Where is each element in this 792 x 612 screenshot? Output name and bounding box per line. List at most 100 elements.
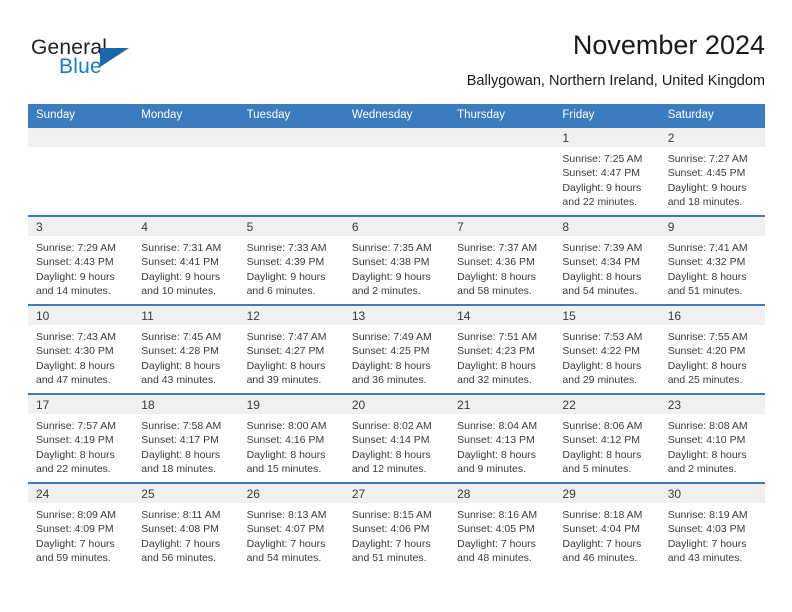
calendar-day-cell[interactable]: 29 Sunrise: 8:18 AM Sunset: 4:04 PM Dayligh… — [554, 482, 660, 572]
daylight-duration-line1: Daylight: 7 hours — [667, 537, 747, 550]
daylight-duration-line1: Daylight: 9 hours — [141, 270, 221, 283]
calendar-day-cell[interactable]: 26 Sunrise: 8:13 AM Sunset: 4:07 PM Dayligh… — [238, 482, 344, 572]
sunset-time: Sunset: 4:13 PM — [457, 434, 535, 447]
general-blue-logo[interactable]: General Blue — [28, 36, 208, 92]
sunset-time: Sunset: 4:22 PM — [562, 345, 641, 358]
day-number — [238, 128, 344, 147]
calendar-day-cell[interactable]: 2 Sunrise: 7:27 AM Sunset: 4:45 PM Daylight… — [659, 126, 765, 216]
daylight-duration-line2: and 43 minutes. — [141, 374, 216, 387]
day-details: Sunrise: 7:25 AM Sunset: 4:47 PM Daylight:… — [554, 147, 659, 210]
calendar-day-cell[interactable]: 8 Sunrise: 7:39 AM Sunset: 4:34 PM Daylight… — [554, 215, 660, 305]
calendar-day-cell-empty — [343, 126, 450, 216]
daylight-duration-line1: Daylight: 8 hours — [562, 270, 642, 283]
daylight-duration-line2: and 14 minutes. — [36, 285, 111, 298]
day-number: 28 — [449, 484, 555, 503]
page-subtitle: Ballygowan, Northern Ireland, United Kin… — [466, 73, 765, 89]
sunrise-time: Sunrise: 7:33 AM — [246, 242, 327, 254]
daylight-duration-line2: and 32 minutes. — [457, 374, 532, 387]
sunset-time: Sunset: 4:39 PM — [246, 256, 325, 269]
calendar-day-cell[interactable]: 17 Sunrise: 7:57 AM Sunset: 4:19 PM Dayligh… — [28, 393, 134, 483]
day-number: 14 — [449, 306, 555, 325]
logo-text-blue: Blue — [59, 55, 102, 78]
calendar-day-cell[interactable]: 23 Sunrise: 8:08 AM Sunset: 4:10 PM Dayligh… — [659, 393, 765, 483]
sunrise-time: Sunrise: 7:58 AM — [141, 420, 222, 432]
sunrise-time: Sunrise: 8:00 AM — [246, 420, 327, 432]
day-number: 23 — [659, 395, 765, 414]
calendar-day-cell[interactable]: 27 Sunrise: 8:15 AM Sunset: 4:06 PM Dayligh… — [343, 482, 450, 572]
daylight-duration-line1: Daylight: 9 hours — [562, 181, 642, 194]
daylight-duration-line2: and 5 minutes. — [562, 463, 632, 476]
daylight-duration-line1: Daylight: 7 hours — [246, 537, 326, 550]
day-number: 24 — [28, 484, 134, 503]
daylight-duration-line2: and 15 minutes. — [246, 463, 322, 476]
calendar-day-cell[interactable]: 7 Sunrise: 7:37 AM Sunset: 4:36 PM Daylight… — [449, 215, 555, 305]
day-number — [133, 128, 239, 147]
sunrise-time: Sunrise: 8:08 AM — [667, 420, 748, 432]
daylight-duration-line2: and 58 minutes. — [457, 285, 532, 298]
sunset-time: Sunset: 4:12 PM — [562, 434, 641, 447]
calendar-day-cell[interactable]: 3 Sunrise: 7:29 AM Sunset: 4:43 PM Daylight… — [28, 215, 134, 305]
daylight-duration-line2: and 29 minutes. — [562, 374, 638, 387]
daylight-duration-line1: Daylight: 8 hours — [667, 448, 747, 461]
calendar-day-cell[interactable]: 9 Sunrise: 7:41 AM Sunset: 4:32 PM Daylight… — [659, 215, 765, 305]
calendar-day-cell[interactable]: 28 Sunrise: 8:16 AM Sunset: 4:05 PM Dayligh… — [449, 482, 555, 572]
daylight-duration-line1: Daylight: 9 hours — [667, 181, 747, 194]
calendar-day-cell[interactable]: 14 Sunrise: 7:51 AM Sunset: 4:23 PM Dayligh… — [449, 304, 555, 394]
calendar-day-cell[interactable]: 30 Sunrise: 8:19 AM Sunset: 4:03 PM Dayligh… — [659, 482, 765, 572]
calendar-day-cell[interactable]: 22 Sunrise: 8:06 AM Sunset: 4:12 PM Dayligh… — [554, 393, 660, 483]
sunset-time: Sunset: 4:32 PM — [667, 256, 746, 269]
sunset-time: Sunset: 4:47 PM — [562, 167, 641, 180]
weekday-header-monday: Monday — [133, 104, 239, 127]
day-number: 19 — [238, 395, 344, 414]
day-details: Sunrise: 7:58 AM Sunset: 4:17 PM Daylight:… — [133, 414, 238, 477]
calendar-day-cell[interactable]: 5 Sunrise: 7:33 AM Sunset: 4:39 PM Daylight… — [238, 215, 344, 305]
calendar-day-cell[interactable]: 13 Sunrise: 7:49 AM Sunset: 4:25 PM Dayligh… — [343, 304, 450, 394]
calendar-day-cell[interactable]: 15 Sunrise: 7:53 AM Sunset: 4:22 PM Dayligh… — [554, 304, 660, 394]
sunrise-time: Sunrise: 8:18 AM — [562, 509, 643, 521]
sunrise-time: Sunrise: 7:39 AM — [562, 242, 643, 254]
day-number: 25 — [133, 484, 239, 503]
calendar-day-cell[interactable]: 18 Sunrise: 7:58 AM Sunset: 4:17 PM Dayligh… — [133, 393, 239, 483]
calendar-day-cell[interactable]: 4 Sunrise: 7:31 AM Sunset: 4:41 PM Daylight… — [133, 215, 239, 305]
day-number: 26 — [238, 484, 344, 503]
sunrise-time: Sunrise: 8:19 AM — [667, 509, 748, 521]
sunset-time: Sunset: 4:07 PM — [246, 523, 325, 536]
day-details: Sunrise: 7:37 AM Sunset: 4:36 PM Daylight:… — [449, 236, 554, 299]
daylight-duration-line1: Daylight: 8 hours — [141, 359, 221, 372]
calendar-day-cell[interactable]: 12 Sunrise: 7:47 AM Sunset: 4:27 PM Dayligh… — [238, 304, 344, 394]
calendar-day-cell[interactable]: 24 Sunrise: 8:09 AM Sunset: 4:09 PM Dayligh… — [28, 482, 134, 572]
day-details: Sunrise: 7:53 AM Sunset: 4:22 PM Daylight:… — [554, 325, 659, 388]
sunset-time: Sunset: 4:05 PM — [457, 523, 535, 536]
daylight-duration-line1: Daylight: 7 hours — [36, 537, 115, 550]
calendar-day-cell[interactable]: 1 Sunrise: 7:25 AM Sunset: 4:47 PM Daylight… — [554, 126, 660, 216]
calendar-day-cell[interactable]: 10 Sunrise: 7:43 AM Sunset: 4:30 PM Dayligh… — [28, 304, 134, 394]
calendar-day-cell[interactable]: 20 Sunrise: 8:02 AM Sunset: 4:14 PM Dayligh… — [343, 393, 450, 483]
day-number — [449, 128, 555, 147]
calendar-day-cell[interactable]: 11 Sunrise: 7:45 AM Sunset: 4:28 PM Dayligh… — [133, 304, 239, 394]
day-number: 7 — [449, 217, 555, 236]
day-details: Sunrise: 8:06 AM Sunset: 4:12 PM Daylight:… — [554, 414, 659, 477]
sunset-time: Sunset: 4:36 PM — [457, 256, 535, 269]
calendar-day-cell[interactable]: 21 Sunrise: 8:04 AM Sunset: 4:13 PM Dayligh… — [449, 393, 555, 483]
calendar-day-cell[interactable]: 16 Sunrise: 7:55 AM Sunset: 4:20 PM Dayligh… — [659, 304, 765, 394]
daylight-duration-line2: and 6 minutes. — [246, 285, 316, 298]
calendar-day-cell[interactable]: 25 Sunrise: 8:11 AM Sunset: 4:08 PM Dayligh… — [133, 482, 239, 572]
calendar-week-row: 3 Sunrise: 7:29 AM Sunset: 4:43 PM Daylight… — [28, 215, 765, 305]
day-details: Sunrise: 8:19 AM Sunset: 4:03 PM Daylight:… — [660, 503, 765, 566]
day-number: 20 — [343, 395, 450, 414]
calendar-day-cell[interactable]: 6 Sunrise: 7:35 AM Sunset: 4:38 PM Daylight… — [343, 215, 450, 305]
day-number: 2 — [659, 128, 765, 147]
sunrise-time: Sunrise: 7:25 AM — [562, 153, 643, 165]
day-details: Sunrise: 7:43 AM Sunset: 4:30 PM Daylight:… — [28, 325, 133, 388]
day-details: Sunrise: 7:29 AM Sunset: 4:43 PM Daylight:… — [28, 236, 133, 299]
calendar-day-cell[interactable]: 19 Sunrise: 8:00 AM Sunset: 4:16 PM Dayligh… — [238, 393, 344, 483]
day-details: Sunrise: 7:57 AM Sunset: 4:19 PM Daylight:… — [28, 414, 133, 477]
sunrise-time: Sunrise: 7:35 AM — [351, 242, 432, 254]
daylight-duration-line2: and 2 minutes. — [351, 285, 421, 298]
weekday-header-thursday: Thursday — [449, 104, 555, 127]
day-details: Sunrise: 8:18 AM Sunset: 4:04 PM Daylight:… — [554, 503, 659, 566]
day-number — [343, 128, 450, 147]
daylight-duration-line1: Daylight: 8 hours — [562, 448, 642, 461]
daylight-duration-line2: and 48 minutes. — [457, 552, 532, 565]
sunrise-time: Sunrise: 7:55 AM — [667, 331, 748, 343]
